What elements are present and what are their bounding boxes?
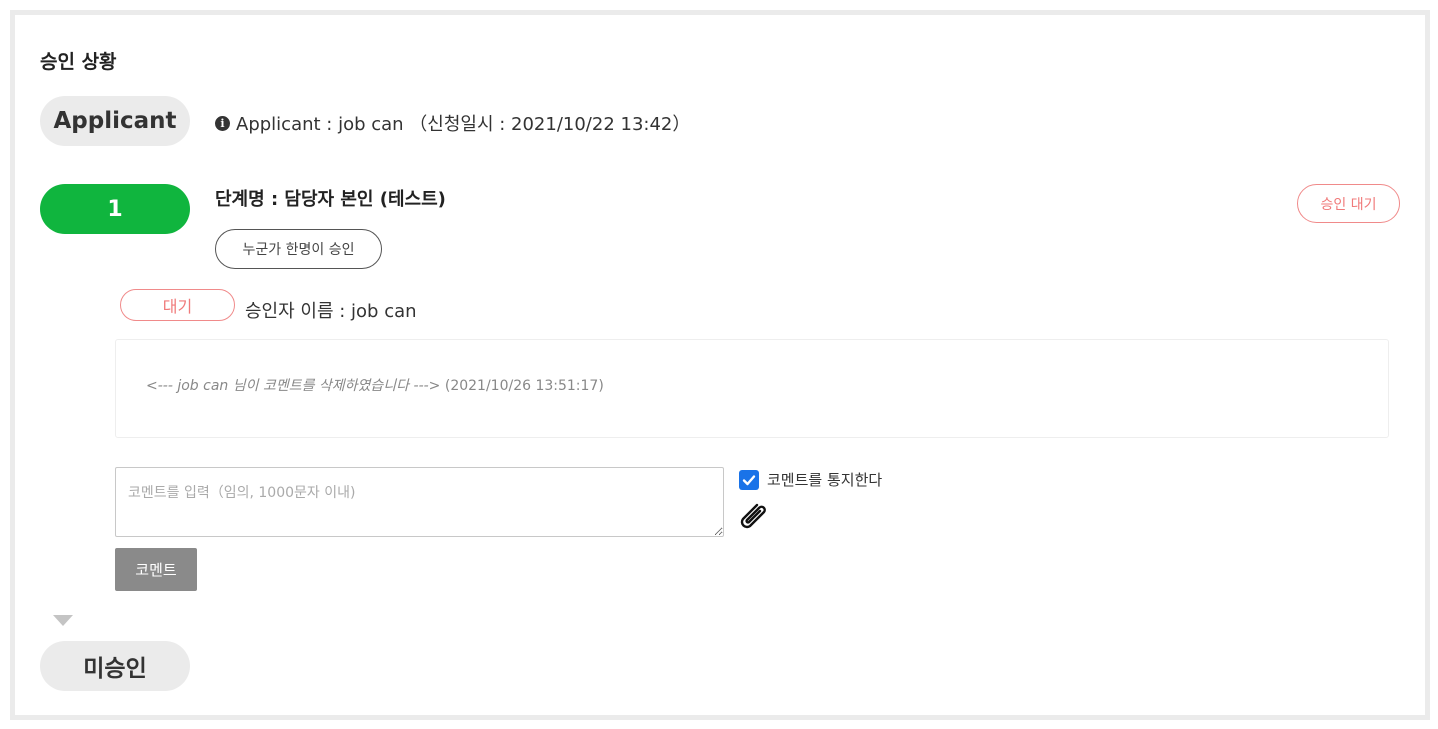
deleted-comment-message: <--- job can 님이 코멘트를 삭제하였습니다 --->: [146, 378, 441, 394]
step-status-label: 승인 대기: [1320, 196, 1377, 213]
approver-status-badge: 대기: [120, 289, 235, 321]
step-status-badge: 승인 대기: [1297, 184, 1400, 223]
approver-status-label: 대기: [162, 297, 193, 316]
approval-status-panel: 승인 상황 Applicant i Applicant : job can （신…: [10, 10, 1430, 720]
step-name: 단계명 : 담당자 본인 (테스트): [215, 189, 446, 210]
comment-entry: <--- job can 님이 코멘트를 삭제하였습니다 ---> (2021/…: [146, 375, 604, 395]
attach-file-button[interactable]: [735, 499, 771, 537]
checkmark-icon: [742, 474, 756, 485]
comment-submit-button[interactable]: 코멘트: [115, 548, 197, 591]
notify-checkbox[interactable]: [739, 469, 759, 490]
next-status-badge: 미승인: [40, 641, 190, 691]
notify-comment-option[interactable]: 코멘트를 통지한다: [739, 469, 882, 490]
applicant-info-text: Applicant : job can （신청일시 : 2021/10/22 1…: [236, 114, 691, 135]
applicant-badge: Applicant: [40, 96, 190, 146]
section-title: 승인 상황: [40, 51, 117, 73]
comment-log: <--- job can 님이 코멘트를 삭제하였습니다 ---> (2021/…: [115, 339, 1389, 438]
notify-label: 코멘트를 통지한다: [767, 471, 883, 489]
comment-submit-label: 코멘트: [135, 561, 177, 579]
applicant-info: i Applicant : job can （신청일시 : 2021/10/22…: [215, 110, 690, 136]
next-status-label: 미승인: [83, 656, 147, 682]
comment-input[interactable]: [115, 467, 724, 537]
comment-timestamp: (2021/10/26 13:51:17): [444, 378, 604, 394]
step-number: 1: [107, 196, 123, 222]
applicant-badge-label: Applicant: [53, 108, 177, 134]
flow-arrow-down-icon: [53, 615, 73, 626]
info-icon: i: [215, 115, 230, 131]
step-number-badge: 1: [40, 184, 190, 234]
paperclip-icon: [740, 503, 766, 529]
approval-rule-badge: 누군가 한명이 승인: [215, 229, 382, 269]
approver-name: 승인자 이름 : job can: [245, 301, 417, 322]
approval-rule-label: 누군가 한명이 승인: [242, 242, 355, 258]
